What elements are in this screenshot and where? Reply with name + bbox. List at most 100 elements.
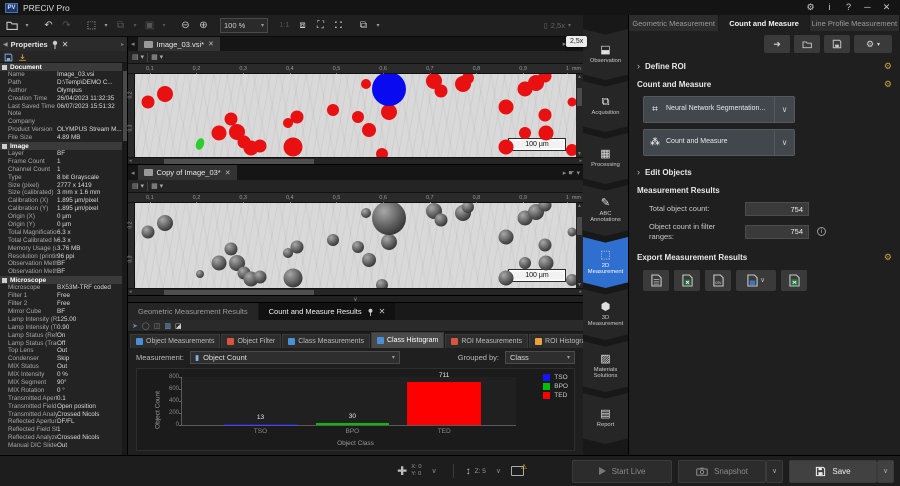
- layer-select-icon[interactable]: ▤ ▾: [132, 53, 144, 61]
- nav-item-3d-measurement[interactable]: ⬢3D Measurement: [583, 289, 628, 340]
- nav-item-acquisition[interactable]: ⧉Acquisition: [583, 81, 628, 132]
- property-section-header[interactable]: Document: [0, 63, 122, 71]
- neural-network-segmentation-button[interactable]: ⌗ Neural Network Segmentation... ∨: [643, 96, 795, 123]
- viewer2-tools[interactable]: ▸ ☛ ▾: [560, 165, 583, 180]
- close-icon[interactable]: ✕: [878, 2, 895, 13]
- save-results-icon[interactable]: ▥: [164, 322, 171, 330]
- count-measure-gear-icon[interactable]: ⚙: [884, 79, 892, 90]
- zoom-level-select[interactable]: 100 %▾: [220, 18, 268, 33]
- viewer1-hscroll[interactable]: ◂▸: [128, 157, 583, 164]
- define-roi-gear-icon[interactable]: ⚙: [884, 61, 892, 72]
- open-file-chevron-icon[interactable]: ▾: [22, 17, 32, 34]
- help-icon[interactable]: ?: [840, 2, 857, 13]
- close-tab-icon[interactable]: ✕: [208, 40, 214, 48]
- nav-item-report[interactable]: ▤Report: [583, 393, 628, 444]
- export-settings-icon[interactable]: ➜: [764, 35, 790, 53]
- tab-copy-of-image-03[interactable]: Copy of Image_03* ✕: [138, 165, 237, 180]
- copy-chevron-icon[interactable]: ▾: [130, 17, 140, 34]
- close-tab-icon-2[interactable]: ✕: [225, 169, 231, 177]
- export-csv-button[interactable]: csv: [705, 270, 731, 291]
- layers-button[interactable]: ⧉: [355, 17, 372, 34]
- tab-image-03[interactable]: Image_03.vsi* ✕: [138, 37, 220, 51]
- close-results-icon[interactable]: ✕: [379, 307, 386, 316]
- inner-tab-class-histogram[interactable]: Class Histogram: [371, 332, 444, 348]
- zoom-out-button[interactable]: ⊖: [177, 17, 194, 34]
- export-workbook-button[interactable]: [781, 270, 807, 291]
- pointer-tool-icon[interactable]: ➤: [132, 322, 138, 330]
- image-mode-icon-2[interactable]: ▦ ▾: [151, 182, 163, 190]
- export-report-button[interactable]: ∨: [736, 270, 776, 291]
- panel-expand-icon[interactable]: ▸: [121, 41, 124, 48]
- tab-geometric-measurement[interactable]: Geometric Measurement: [629, 15, 718, 31]
- snapshot-button[interactable]: Snapshot: [678, 460, 766, 483]
- inner-tab-object-filter[interactable]: Object Filter: [221, 334, 281, 348]
- edit-objects-section[interactable]: › Edit Objects: [629, 163, 900, 181]
- define-roi-section[interactable]: › Define ROI ⚙: [629, 57, 900, 75]
- open-file-button[interactable]: [4, 17, 21, 34]
- tab-count-and-measure[interactable]: Count and Measure: [719, 15, 808, 31]
- undo-button[interactable]: ↶: [40, 17, 57, 34]
- viewer2-vscroll[interactable]: ▲▼: [576, 203, 583, 288]
- panel-collapse-icon[interactable]: ◀: [3, 41, 8, 48]
- start-live-button[interactable]: Start Live: [572, 460, 672, 483]
- pin-icon[interactable]: [51, 40, 59, 49]
- cm-chevron-icon[interactable]: ∨: [774, 130, 794, 155]
- layers-chevron-icon[interactable]: ▾: [373, 17, 383, 34]
- nav-item-abc-annotations[interactable]: ✎ABC Annotations: [583, 185, 628, 236]
- tab-line-profile-measurement[interactable]: Line Profile Measurement: [810, 15, 899, 31]
- copy-button[interactable]: ⧉: [112, 17, 129, 34]
- tab-geometric-results[interactable]: Geometric Measurement Results: [128, 303, 258, 320]
- layer-select-icon-2[interactable]: ▤ ▾: [132, 182, 144, 190]
- selection-chevron-icon[interactable]: ▾: [101, 17, 111, 34]
- property-section-header[interactable]: Image: [0, 142, 122, 150]
- save-properties-icon[interactable]: [3, 52, 14, 62]
- tab-scroll-left-icon-2[interactable]: ◂: [128, 165, 138, 180]
- specimen-image-2[interactable]: 100 µm: [135, 203, 576, 288]
- export-gear-icon[interactable]: ⚙: [884, 252, 892, 263]
- minimize-icon[interactable]: ─: [859, 2, 876, 13]
- selection-tool-button[interactable]: ⬚: [83, 17, 100, 34]
- copy-results-icon[interactable]: ◫: [154, 322, 161, 330]
- inner-tab-roi-histogram[interactable]: ROI Histogram: [529, 334, 583, 348]
- fit-to-window-button[interactable]: ⧈: [294, 17, 311, 34]
- more-settings-button[interactable]: ⚙▾: [854, 35, 892, 53]
- nav-item-2d-measurement[interactable]: ⬚2D Measurement: [583, 237, 628, 288]
- pin-icon[interactable]: [367, 308, 374, 316]
- image-mode-icon[interactable]: ▦ ▾: [151, 53, 163, 61]
- inner-tab-object-measurements[interactable]: Object Measurements: [130, 334, 220, 348]
- zoom-in-button[interactable]: ⊕: [195, 17, 212, 34]
- paste-chevron-icon[interactable]: ▾: [159, 17, 169, 34]
- stage-z-chevron-icon[interactable]: ∨: [492, 467, 505, 475]
- tab-scroll-left-icon[interactable]: ◂: [128, 37, 138, 51]
- save-settings-icon[interactable]: [824, 35, 850, 53]
- viewer2-hscroll[interactable]: ◂▸: [128, 288, 583, 295]
- nn-chevron-icon[interactable]: ∨: [774, 97, 794, 122]
- fullscreen-button[interactable]: ⛚: [330, 17, 347, 34]
- property-section-header[interactable]: Microscope: [0, 276, 122, 284]
- count-and-measure-button[interactable]: ⁂ Count and Measure ∨: [643, 129, 795, 156]
- actual-size-button[interactable]: 1:1: [276, 17, 293, 34]
- display-warning-icon[interactable]: ⚠: [511, 466, 524, 476]
- paste-button[interactable]: ▣: [141, 17, 158, 34]
- nav-item-observation[interactable]: ⬓Observation: [583, 29, 628, 80]
- grouped-by-select[interactable]: Class▾: [505, 351, 575, 364]
- viewer1-vscroll[interactable]: ▲▼: [576, 74, 583, 157]
- export-doc-button[interactable]: [643, 270, 669, 291]
- save-button[interactable]: Save: [789, 460, 877, 483]
- refresh-icon[interactable]: ◯: [142, 322, 150, 330]
- info-icon[interactable]: i: [817, 227, 826, 236]
- measurement-select[interactable]: ▮Object Count ▾: [190, 351, 400, 364]
- objective-indicator[interactable]: ▯ 2,5x ▾: [544, 21, 579, 30]
- export-excel-button[interactable]: [674, 270, 700, 291]
- specimen-image-1[interactable]: 100 µm: [135, 74, 576, 157]
- tab-count-measure-results[interactable]: Count and Measure Results ✕: [259, 303, 396, 320]
- close-panel-icon[interactable]: ✕: [62, 40, 69, 49]
- export-image-icon[interactable]: ◪: [175, 322, 182, 330]
- fit-selection-button[interactable]: ⛶: [312, 17, 329, 34]
- nav-item-processing[interactable]: ▦Processing: [583, 133, 628, 184]
- properties-scrollbar[interactable]: [122, 63, 127, 455]
- stage-z-control[interactable]: ↕ Z: 5: [466, 466, 486, 477]
- results-collapse-handle[interactable]: ∨: [128, 295, 583, 302]
- stage-xy-chevron-icon[interactable]: ∨: [428, 467, 441, 475]
- load-settings-icon[interactable]: [794, 35, 820, 53]
